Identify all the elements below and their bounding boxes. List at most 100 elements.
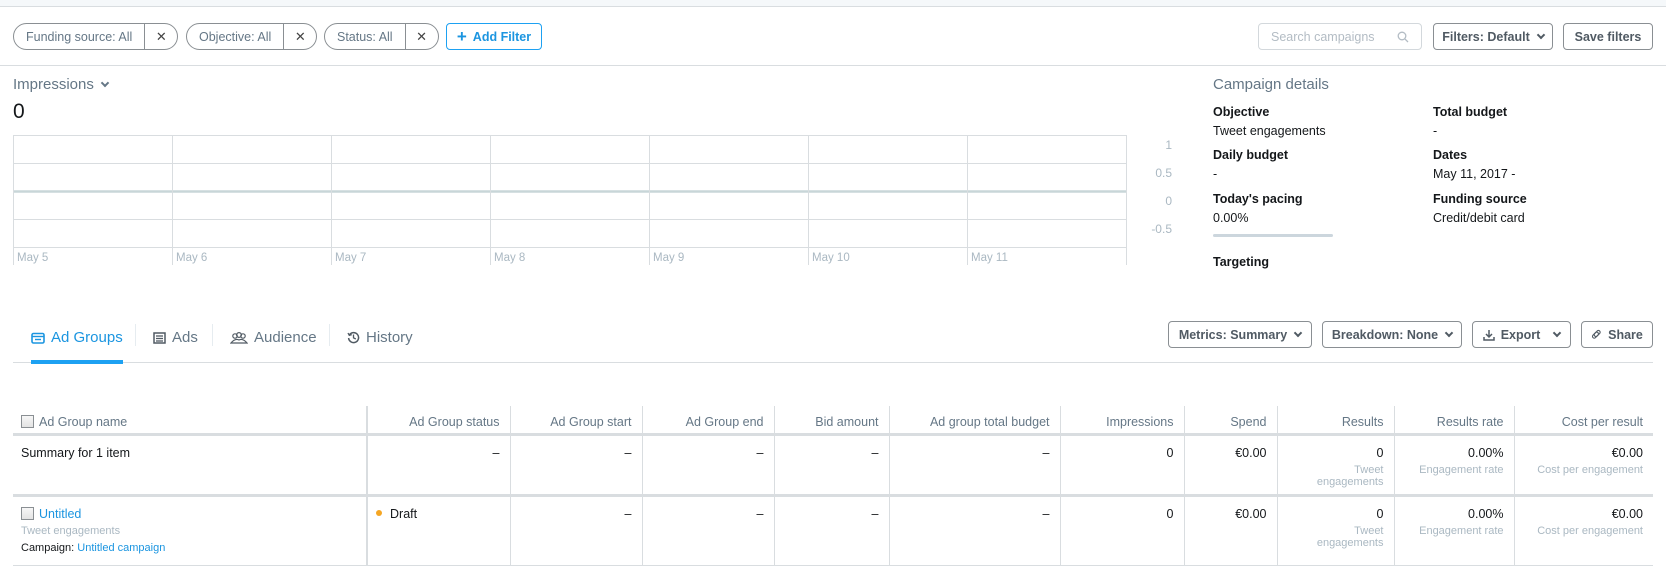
- close-icon[interactable]: ✕: [406, 24, 438, 49]
- select-all-checkbox[interactable]: [21, 414, 34, 428]
- detail-value: 0.00%: [1213, 211, 1249, 225]
- filter-bar: Funding source: All ✕ Objective: All ✕ S…: [0, 8, 1666, 66]
- save-filters-button[interactable]: Save filters: [1563, 23, 1653, 50]
- status-badge: Draft: [390, 506, 418, 521]
- detail-value: -: [1213, 167, 1218, 181]
- budget-cell: –: [888, 495, 1060, 566]
- column-header-impressions[interactable]: Impressions: [1059, 406, 1184, 436]
- column-header-results-rate[interactable]: Results rate: [1393, 406, 1514, 436]
- chevron-down-icon: [1536, 30, 1545, 39]
- status-cell: Draft: [366, 495, 510, 566]
- detail-todays-pacing: Today's pacing 0.00%: [1213, 192, 1303, 225]
- results-sub: Tweet engagements: [1316, 524, 1384, 549]
- end-cell: –: [641, 495, 774, 566]
- close-icon[interactable]: ✕: [145, 24, 177, 49]
- metric-value: 0: [13, 100, 25, 123]
- ad-group-name-cell: Untitled Tweet engagements Campaign: Unt…: [13, 495, 368, 566]
- summary-row: Summary for 1 item – – – – – 0 €0.00 0 Tw…: [13, 434, 1653, 497]
- x-tick-label: May 5: [17, 252, 48, 264]
- share-button[interactable]: Share: [1581, 321, 1653, 348]
- x-tick-label: May 8: [494, 252, 525, 264]
- y-tick-label: 0: [1165, 194, 1172, 208]
- metrics-dropdown[interactable]: Metrics: Summary: [1168, 321, 1312, 348]
- tab-history[interactable]: History: [347, 316, 413, 363]
- metric-selector[interactable]: Impressions: [13, 76, 110, 93]
- link-icon: [1592, 329, 1601, 339]
- filter-pill-label[interactable]: Status: All: [325, 24, 406, 49]
- column-header-start[interactable]: Ad Group start: [509, 406, 642, 436]
- rate-value: 0.00%: [1468, 506, 1504, 521]
- breakdown-dropdown[interactable]: Breakdown: None: [1322, 321, 1462, 348]
- cost-value: €0.00: [1611, 445, 1643, 460]
- column-header-spend[interactable]: Spend: [1183, 406, 1277, 436]
- cost-value: €0.00: [1611, 506, 1643, 521]
- filters-default-label: Filters: Default: [1442, 29, 1530, 44]
- close-icon[interactable]: ✕: [284, 24, 316, 49]
- summary-start: –: [509, 434, 642, 497]
- tab-divider: [135, 324, 136, 346]
- pacing-progress-bar: [1213, 234, 1333, 237]
- rate-sub: Engagement rate: [1419, 463, 1504, 476]
- top-strip: [0, 0, 1666, 7]
- campaign-details-title: Campaign details: [1213, 76, 1329, 93]
- filter-pill-funding-source[interactable]: Funding source: All ✕: [13, 23, 179, 50]
- summary-impressions: 0: [1059, 434, 1184, 497]
- summary-label: Summary for 1 item: [13, 434, 368, 497]
- row-checkbox[interactable]: [21, 506, 34, 520]
- column-header-name[interactable]: Ad Group name: [13, 406, 368, 436]
- y-tick-label: 1: [1165, 138, 1172, 152]
- filter-pill-objective[interactable]: Objective: All ✕: [186, 23, 318, 50]
- tab-label: Ads: [172, 329, 198, 346]
- results-rate-cell: 0.00% Engagement rate: [1393, 495, 1514, 566]
- filters-default-dropdown[interactable]: Filters: Default: [1433, 23, 1553, 50]
- column-header-results[interactable]: Results: [1276, 406, 1394, 436]
- detail-label: Dates: [1433, 148, 1468, 162]
- detail-total-budget: Total budget -: [1433, 105, 1507, 138]
- tab-ad-groups[interactable]: Ad Groups: [31, 316, 123, 364]
- column-header-budget[interactable]: Ad group total budget: [888, 406, 1060, 436]
- tab-divider: [329, 324, 330, 346]
- audience-icon: [230, 331, 248, 344]
- column-header-status[interactable]: Ad Group status: [366, 406, 510, 436]
- x-tick-label: May 11: [971, 252, 1008, 264]
- summary-spend: €0.00: [1183, 434, 1277, 497]
- column-header-end[interactable]: Ad Group end: [641, 406, 774, 436]
- summary-results-rate: 0.00% Engagement rate: [1393, 434, 1514, 497]
- filter-pill-label[interactable]: Objective: All: [187, 24, 285, 49]
- detail-value: Credit/debit card: [1433, 211, 1525, 225]
- column-header-label: Ad Group name: [39, 414, 128, 429]
- detail-value: Tweet engagements: [1213, 124, 1326, 138]
- spend-cell: €0.00: [1183, 495, 1277, 566]
- ad-group-name-link[interactable]: Untitled: [39, 507, 81, 521]
- plus-icon: +: [456, 27, 467, 46]
- ads-icon: [153, 331, 166, 344]
- x-tick-label: May 6: [176, 252, 207, 264]
- search-input[interactable]: Search campaigns: [1258, 23, 1422, 50]
- metrics-label: Metrics: Summary: [1178, 327, 1288, 342]
- ad-groups-icon: [31, 332, 45, 344]
- column-header-cost-per-result[interactable]: Cost per result: [1513, 406, 1653, 436]
- export-label: Export: [1500, 327, 1541, 342]
- filter-pill-status[interactable]: Status: All ✕: [324, 23, 439, 50]
- y-tick-label: 0.5: [1155, 166, 1172, 180]
- ad-group-objective: Tweet engagements: [21, 524, 121, 537]
- column-header-bid[interactable]: Bid amount: [773, 406, 889, 436]
- save-filters-label: Save filters: [1574, 29, 1642, 44]
- tab-audience[interactable]: Audience: [230, 316, 317, 363]
- summary-end: –: [641, 434, 774, 497]
- campaign-line: Campaign: Untitled campaign: [21, 542, 356, 554]
- detail-label: Total budget: [1433, 105, 1508, 119]
- tab-ads[interactable]: Ads: [153, 316, 198, 363]
- tab-divider: [212, 324, 213, 346]
- x-tick-label: May 9: [653, 252, 684, 264]
- summary-results: 0 Tweet engagements: [1276, 434, 1394, 497]
- history-icon: [347, 331, 360, 344]
- detail-label: Funding source: [1433, 192, 1527, 206]
- campaign-link[interactable]: Untitled campaign: [77, 542, 165, 554]
- filter-pill-label[interactable]: Funding source: All: [14, 24, 146, 49]
- ad-groups-table: Ad Group name Ad Group status Ad Group s…: [13, 406, 1653, 566]
- add-filter-button[interactable]: + Add Filter: [446, 23, 542, 50]
- table-row: Untitled Tweet engagements Campaign: Unt…: [13, 495, 1653, 566]
- x-tick-label: May 7: [335, 252, 366, 264]
- export-dropdown[interactable]: Export: [1472, 321, 1571, 348]
